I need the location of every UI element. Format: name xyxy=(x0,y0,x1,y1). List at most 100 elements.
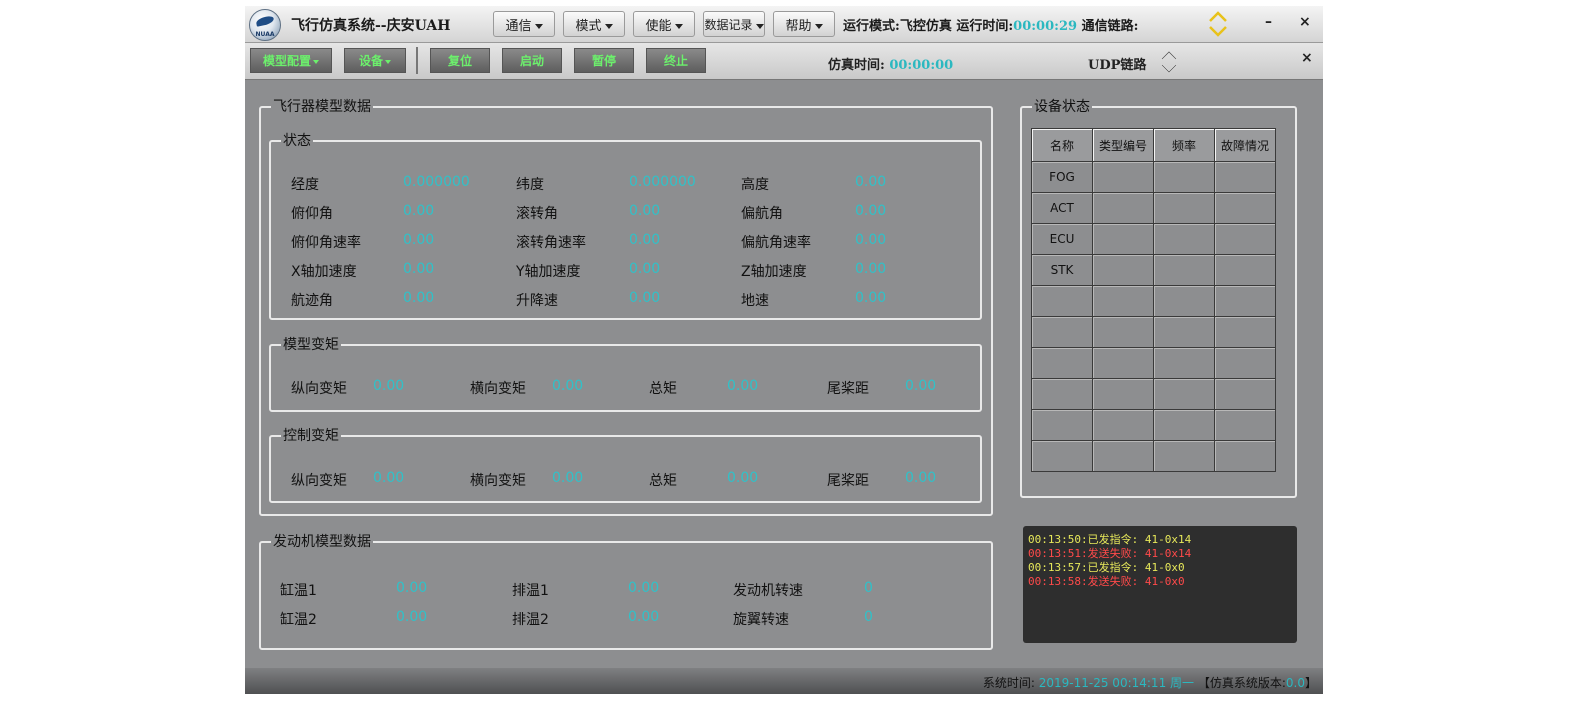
torque-value: 0.00 xyxy=(373,378,405,394)
table-row[interactable] xyxy=(1031,440,1276,472)
torque-value: 0.00 xyxy=(727,470,759,486)
table-row[interactable]: ACT xyxy=(1031,192,1276,224)
torque-label: 尾桨距 xyxy=(827,381,869,397)
engine-label: 旋翼转速 xyxy=(733,612,789,628)
version-label: 【仿真系统版本: xyxy=(1197,676,1286,690)
state-value: 0.00 xyxy=(855,174,887,190)
command-log[interactable]: 00:13:50:已发指令: 41-0x14 00:13:51:发送失败: 41… xyxy=(1023,526,1297,643)
device-status-table: 名称 类型编号 频率 故障情况 FOG ACT ECU STK xyxy=(1031,128,1276,472)
menu-enable[interactable]: 使能 xyxy=(633,11,695,37)
torque-value: 0.00 xyxy=(552,378,584,394)
sys-time-value: 2019-11-25 00:14:11 周一 xyxy=(1038,676,1195,690)
torque-label: 总矩 xyxy=(649,473,677,489)
start-button[interactable]: 启动 xyxy=(502,48,562,73)
column-header[interactable]: 故障情况 xyxy=(1214,128,1276,162)
run-mode-label: 运行模式: xyxy=(843,19,900,34)
state-label: 升降速 xyxy=(516,293,558,309)
state-label: 俯仰角速率 xyxy=(291,235,361,251)
table-row[interactable]: STK xyxy=(1031,254,1276,286)
udp-link-status-icon xyxy=(1161,50,1177,74)
menu-data-record[interactable]: 数据记录 xyxy=(703,11,765,37)
engine-model-title: 发动机模型数据 xyxy=(271,533,373,551)
device-button[interactable]: 设备 xyxy=(344,48,406,73)
state-value: 0.00 xyxy=(403,261,435,277)
stop-button[interactable]: 终止 xyxy=(646,48,706,73)
engine-model-group: 发动机模型数据 缸温1 0.00 排温1 0.00 发动机转速 0 缸温2 0.… xyxy=(259,533,993,650)
chevron-down-icon xyxy=(674,23,683,29)
table-row[interactable]: FOG xyxy=(1031,161,1276,193)
version-value: 0.0 xyxy=(1285,676,1305,690)
run-mode-value: 飞控仿真 xyxy=(899,19,952,34)
chevron-down-icon xyxy=(534,23,543,29)
device-name-cell xyxy=(1031,347,1093,379)
table-row[interactable]: ECU xyxy=(1031,223,1276,255)
device-name-cell xyxy=(1031,378,1093,410)
state-value: 0.00 xyxy=(629,232,661,248)
status-bar: 系统时间: 2019-11-25 00:14:11 周一 【仿真系统版本:0.0… xyxy=(245,668,1323,694)
state-label: 经度 xyxy=(291,177,319,193)
chevron-down-icon xyxy=(604,23,613,29)
state-value: 0.00 xyxy=(403,290,435,306)
log-entry: 00:13:50:已发指令: 41-0x14 xyxy=(1028,533,1192,546)
table-row[interactable] xyxy=(1031,409,1276,441)
state-label: 偏航角速率 xyxy=(741,235,811,251)
menu-communication[interactable]: 通信 xyxy=(493,11,555,37)
toolbar-close-button[interactable]: × xyxy=(1301,50,1313,66)
chevron-down-icon xyxy=(313,59,319,64)
engine-value: 0.00 xyxy=(628,580,660,596)
state-label: 高度 xyxy=(741,177,769,193)
engine-value: 0 xyxy=(864,609,873,625)
device-name-cell xyxy=(1031,409,1093,441)
device-name-cell xyxy=(1031,316,1093,348)
reset-button[interactable]: 复位 xyxy=(430,48,490,73)
torque-value: 0.00 xyxy=(905,470,937,486)
engine-label: 发动机转速 xyxy=(733,583,803,599)
pause-button[interactable]: 暂停 xyxy=(574,48,634,73)
menu-mode[interactable]: 模式 xyxy=(563,11,625,37)
state-value: 0.00 xyxy=(629,203,661,219)
table-row[interactable] xyxy=(1031,285,1276,317)
state-label: 偏航角 xyxy=(741,206,783,222)
menu-help[interactable]: 帮助 xyxy=(773,11,835,37)
tool-bar: 模型配置 设备 复位 启动 暂停 终止 仿真时间: 00:00:00 UDP链路… xyxy=(245,43,1323,80)
close-button[interactable]: × xyxy=(1299,14,1311,30)
engine-value: 0.00 xyxy=(396,609,428,625)
log-entry: 00:13:58:发送失败: 41-0x0 xyxy=(1028,575,1185,588)
state-value: 0.00 xyxy=(855,232,887,248)
aircraft-model-title: 飞行器模型数据 xyxy=(271,98,373,116)
model-torque-title: 模型变矩 xyxy=(281,336,341,354)
torque-value: 0.00 xyxy=(552,470,584,486)
state-label: 俯仰角 xyxy=(291,206,333,222)
minimize-button[interactable]: – xyxy=(1265,14,1272,30)
state-value: 0.00 xyxy=(855,261,887,277)
model-config-button[interactable]: 模型配置 xyxy=(250,48,332,73)
torque-label: 横向变矩 xyxy=(470,381,526,397)
link-status-icon xyxy=(1209,11,1227,37)
torque-value: 0.00 xyxy=(727,378,759,394)
toolbar-divider xyxy=(416,47,418,74)
state-label: X轴加速度 xyxy=(291,264,357,280)
engine-value: 0 xyxy=(864,580,873,596)
table-row[interactable] xyxy=(1031,378,1276,410)
table-row[interactable] xyxy=(1031,347,1276,379)
state-value: 0.000000 xyxy=(403,174,470,190)
column-header[interactable]: 名称 xyxy=(1031,128,1093,162)
run-time-label: 运行时间: xyxy=(956,19,1014,34)
column-header[interactable]: 频率 xyxy=(1153,128,1215,162)
chevron-down-icon xyxy=(755,23,764,29)
sim-time-label: 仿真时间: xyxy=(828,58,885,73)
torque-label: 纵向变矩 xyxy=(291,381,347,397)
link-label: 通信链路: xyxy=(1081,19,1139,34)
state-label: 航迹角 xyxy=(291,293,333,309)
engine-label: 排温2 xyxy=(512,612,549,628)
device-name-cell xyxy=(1031,285,1093,317)
device-name-cell: ECU xyxy=(1031,223,1093,255)
torque-label: 横向变矩 xyxy=(470,473,526,489)
table-row[interactable] xyxy=(1031,316,1276,348)
chevron-down-icon xyxy=(385,59,391,64)
sim-time: 仿真时间: 00:00:00 xyxy=(828,54,953,73)
chevron-down-icon xyxy=(814,23,823,29)
column-header[interactable]: 类型编号 xyxy=(1092,128,1154,162)
run-time-value: 00:00:29 xyxy=(1013,19,1078,34)
state-label: Z轴加速度 xyxy=(741,264,807,280)
